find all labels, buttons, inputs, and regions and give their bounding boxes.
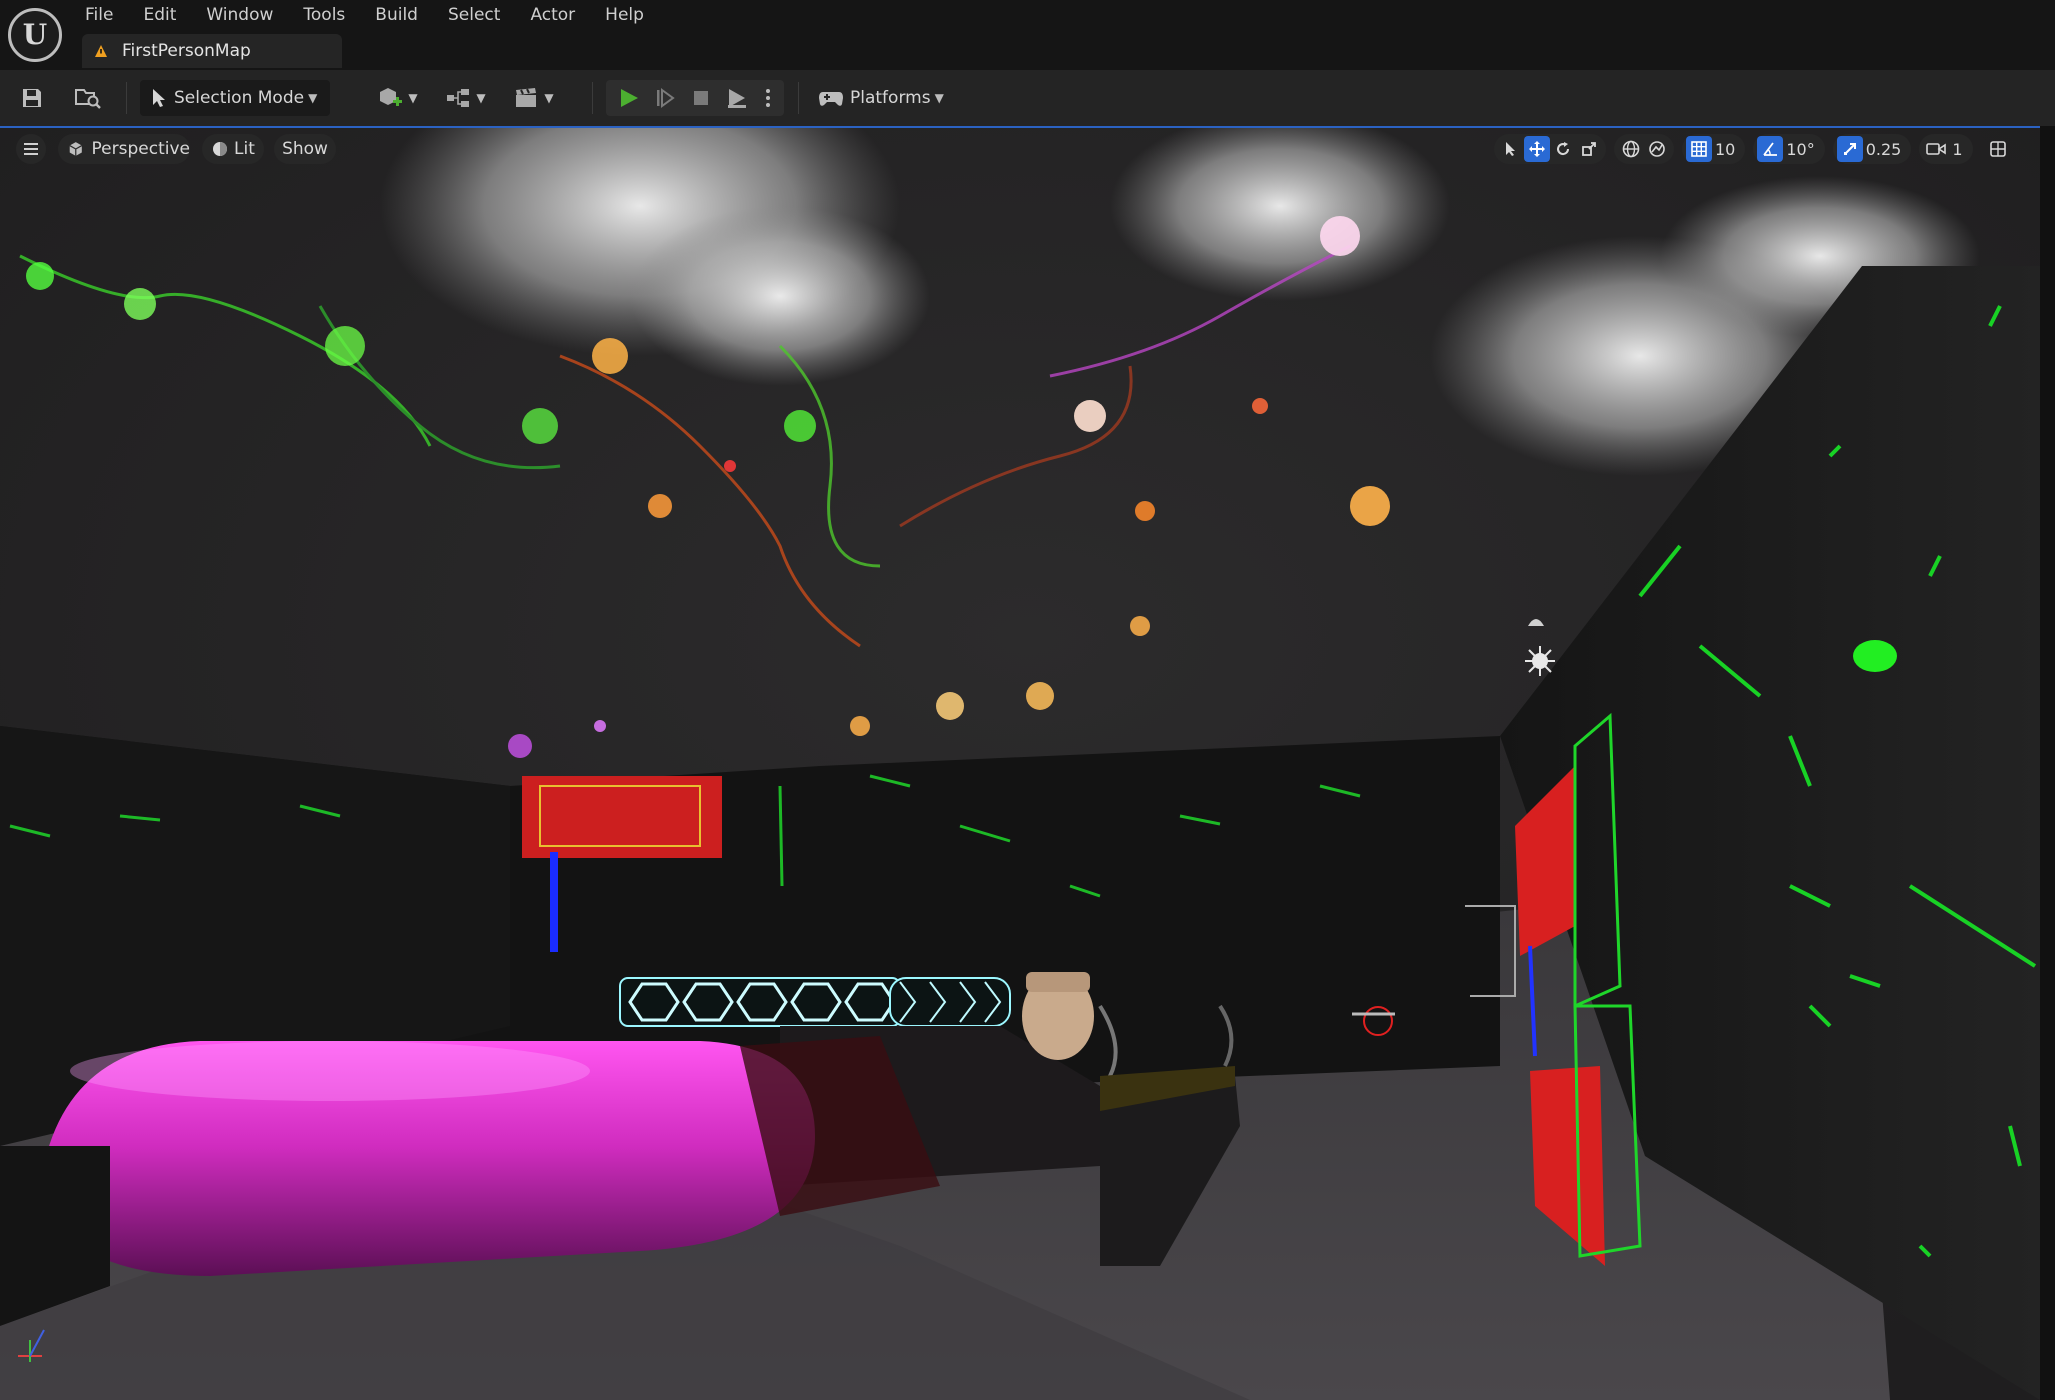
gamepad-icon bbox=[819, 92, 843, 106]
stop-button[interactable] bbox=[684, 80, 718, 116]
select-mode-button[interactable] bbox=[1498, 136, 1524, 162]
add-cube-icon bbox=[380, 88, 403, 106]
layout-grid-icon bbox=[1989, 141, 2006, 157]
menu-select[interactable]: Select bbox=[433, 0, 515, 30]
viewport-scene[interactable] bbox=[0, 126, 2055, 1400]
tab-map[interactable]: FirstPersonMap bbox=[82, 34, 342, 68]
scale-snap-group: 0.25 bbox=[1832, 134, 1912, 164]
menu-window[interactable]: Window bbox=[191, 0, 288, 30]
level-viewport[interactable]: Perspective Lit Show 10 10° 0.25 1 bbox=[0, 126, 2055, 1400]
platforms-label: Platforms bbox=[850, 88, 931, 108]
more-vertical-icon bbox=[766, 89, 770, 107]
blueprints-button[interactable]: ▼ bbox=[440, 80, 492, 116]
play-controls bbox=[606, 80, 784, 116]
eject-icon bbox=[728, 89, 746, 108]
rotation-snap-group: 10° bbox=[1753, 134, 1825, 164]
toolbar-separator bbox=[592, 82, 593, 114]
main-toolbar: Selection Mode ▼ ▼ ▼ ▼ Platforms ▼ bbox=[0, 70, 2055, 127]
angle-icon bbox=[1763, 142, 1778, 156]
world-space-button[interactable] bbox=[1618, 136, 1644, 162]
stop-icon bbox=[694, 91, 708, 105]
play-icon bbox=[621, 89, 638, 107]
menu-actor[interactable]: Actor bbox=[515, 0, 590, 30]
title-bar: U File Edit Window Tools Build Select Ac… bbox=[0, 0, 2055, 70]
menu-edit[interactable]: Edit bbox=[128, 0, 191, 30]
grid-icon bbox=[1691, 141, 1707, 157]
camera-speed-button[interactable] bbox=[1923, 136, 1949, 162]
camera-icon bbox=[1926, 143, 1947, 155]
menu-file[interactable]: File bbox=[70, 0, 128, 30]
rotation-snap-toggle[interactable] bbox=[1757, 136, 1784, 162]
globe-icon bbox=[1622, 140, 1640, 158]
chevron-down-icon: ▼ bbox=[308, 91, 318, 105]
grid-snap-value[interactable]: 10 bbox=[1715, 140, 1735, 159]
camera-speed-value[interactable]: 1 bbox=[1952, 140, 1962, 159]
save-icon bbox=[23, 89, 41, 107]
hamburger-menu-icon bbox=[24, 143, 38, 155]
perspective-label: Perspective bbox=[91, 139, 190, 159]
menu-bar: File Edit Window Tools Build Select Acto… bbox=[70, 0, 659, 30]
selection-mode-label: Selection Mode bbox=[174, 88, 305, 108]
play-button[interactable] bbox=[612, 80, 646, 116]
grid-snap-group: 10 bbox=[1682, 134, 1746, 164]
viewport-focus-border bbox=[0, 126, 2040, 128]
rotate-icon bbox=[1557, 142, 1570, 156]
viewport-transform-toolbar: 10 10° 0.25 1 bbox=[1494, 134, 2011, 164]
show-dropdown[interactable]: Show bbox=[274, 134, 336, 164]
add-actor-button[interactable]: ▼ bbox=[372, 80, 424, 116]
viewport-layout-button[interactable] bbox=[1985, 136, 2011, 162]
chevron-down-icon: ▼ bbox=[408, 91, 418, 105]
lit-sphere-icon bbox=[213, 142, 227, 156]
level-warning-icon bbox=[95, 45, 107, 57]
selection-mode-dropdown[interactable]: Selection Mode ▼ bbox=[140, 80, 330, 116]
save-button[interactable] bbox=[16, 80, 48, 116]
viewport-options-button[interactable] bbox=[16, 134, 46, 164]
toolbar-separator bbox=[798, 82, 799, 114]
platforms-dropdown[interactable]: Platforms ▼ bbox=[818, 80, 950, 116]
grid-snap-toggle[interactable] bbox=[1686, 136, 1712, 162]
scale-snap-value[interactable]: 0.25 bbox=[1866, 140, 1902, 159]
eject-button[interactable] bbox=[720, 80, 754, 116]
coordinate-group bbox=[1614, 134, 1674, 164]
unreal-logo-icon[interactable]: U bbox=[8, 8, 62, 62]
menu-tools[interactable]: Tools bbox=[288, 0, 360, 30]
rotate-mode-button[interactable] bbox=[1550, 136, 1576, 162]
move-arrows-icon bbox=[1529, 141, 1545, 157]
scale-snap-toggle[interactable] bbox=[1836, 136, 1863, 162]
scale-arrow-icon bbox=[1843, 143, 1856, 155]
toolbar-separator bbox=[126, 82, 127, 114]
rotation-snap-value[interactable]: 10° bbox=[1786, 140, 1814, 159]
translate-mode-button[interactable] bbox=[1524, 136, 1550, 162]
surface-snapping-button[interactable] bbox=[1644, 136, 1670, 162]
viewport-edge bbox=[2040, 126, 2055, 1400]
chevron-down-icon: ▼ bbox=[544, 91, 554, 105]
content-browser-button[interactable] bbox=[70, 80, 106, 116]
camera-speed-group: 1 bbox=[1919, 134, 1973, 164]
view-mode-dropdown[interactable]: Lit bbox=[202, 134, 264, 164]
cursor-icon bbox=[1506, 142, 1515, 156]
lit-label: Lit bbox=[234, 139, 255, 159]
transform-mode-group bbox=[1494, 134, 1606, 164]
scale-icon bbox=[1582, 142, 1596, 156]
folder-search-icon bbox=[75, 89, 101, 109]
show-label: Show bbox=[282, 139, 328, 159]
perspective-cube-icon bbox=[69, 142, 83, 156]
menu-build[interactable]: Build bbox=[360, 0, 433, 30]
clapperboard-icon bbox=[516, 88, 537, 107]
surface-snap-icon bbox=[1649, 141, 1665, 157]
menu-help[interactable]: Help bbox=[590, 0, 659, 30]
scale-mode-button[interactable] bbox=[1576, 136, 1602, 162]
chevron-down-icon: ▼ bbox=[476, 91, 486, 105]
advance-frame-button[interactable] bbox=[648, 80, 682, 116]
perspective-dropdown[interactable]: Perspective bbox=[58, 134, 190, 164]
chevron-down-icon: ▼ bbox=[934, 91, 944, 105]
map-tab-label: FirstPersonMap bbox=[122, 41, 251, 61]
cursor-icon bbox=[153, 89, 165, 107]
step-forward-icon bbox=[657, 88, 675, 108]
play-options-button[interactable] bbox=[756, 80, 780, 116]
blueprint-icon bbox=[447, 89, 470, 107]
cinematics-button[interactable]: ▼ bbox=[508, 80, 560, 116]
